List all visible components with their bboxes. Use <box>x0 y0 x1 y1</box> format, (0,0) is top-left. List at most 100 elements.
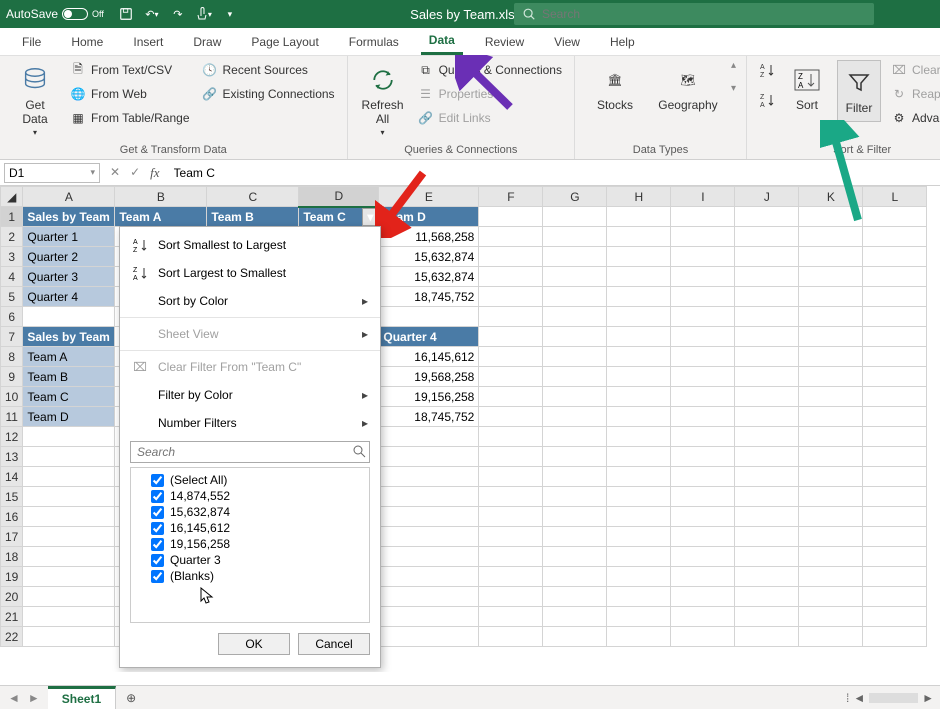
row-15[interactable]: 15 <box>1 487 23 507</box>
row-9[interactable]: 9 <box>1 367 23 387</box>
filter-search[interactable] <box>130 441 370 463</box>
save-icon[interactable] <box>118 6 134 22</box>
sort-az-button[interactable]: AZ <box>757 60 777 80</box>
enter-formula-icon[interactable]: ✓ <box>130 165 140 181</box>
tab-insert[interactable]: Insert <box>125 30 171 54</box>
from-table-button[interactable]: ▦From Table/Range <box>68 108 192 128</box>
filter-item-2[interactable]: 15,632,874 <box>137 504 363 520</box>
name-box[interactable]: D1▾ <box>4 163 100 183</box>
number-filters-item[interactable]: Number Filters▸ <box>120 409 380 437</box>
col-I[interactable]: I <box>671 187 735 207</box>
filter-dropdown-icon[interactable]: ▾ <box>362 208 378 227</box>
geography-button[interactable]: 🗺 Geography <box>653 60 723 116</box>
select-all-corner[interactable]: ◢ <box>1 187 23 207</box>
col-H[interactable]: H <box>607 187 671 207</box>
row-18[interactable]: 18 <box>1 547 23 567</box>
filter-item-3[interactable]: 16,145,612 <box>137 520 363 536</box>
existing-connections-button[interactable]: 🔗Existing Connections <box>200 84 337 104</box>
tab-home[interactable]: Home <box>63 30 111 54</box>
touch-mode-icon[interactable]: ▾ <box>196 6 212 22</box>
ok-button[interactable]: OK <box>218 633 290 655</box>
cell-D1[interactable]: Team C▾ <box>299 207 379 227</box>
queries-connections-button[interactable]: ⧉Queries & Connections <box>416 60 564 80</box>
filter-by-color-item[interactable]: Filter by Color▸ <box>120 381 380 409</box>
datatype-next-icon[interactable]: ▾ <box>731 83 736 94</box>
tab-page-layout[interactable]: Page Layout <box>243 30 326 54</box>
get-data-button[interactable]: Get Data▾ <box>10 60 60 141</box>
row-6[interactable]: 6 <box>1 307 23 327</box>
filter-item-select-all[interactable]: (Select All) <box>137 472 363 488</box>
filter-checkbox-list[interactable]: (Select All) 14,874,552 15,632,874 16,14… <box>130 467 370 623</box>
cell-E2[interactable]: 11,568,258 <box>379 227 479 247</box>
cell-E5[interactable]: 18,745,752 <box>379 287 479 307</box>
sort-ascending-item[interactable]: AZSort Smallest to Largest <box>120 231 380 259</box>
redo-icon[interactable]: ↷ <box>170 6 186 22</box>
row-19[interactable]: 19 <box>1 567 23 587</box>
undo-icon[interactable]: ↶ ▾ <box>144 6 160 22</box>
filter-button[interactable]: Filter <box>837 60 881 122</box>
row-13[interactable]: 13 <box>1 447 23 467</box>
sheet-nav-next-icon[interactable]: ► <box>28 691 40 705</box>
cell-A10[interactable]: Team C <box>23 387 115 407</box>
cell-A3[interactable]: Quarter 2 <box>23 247 115 267</box>
tab-formulas[interactable]: Formulas <box>341 30 407 54</box>
row-11[interactable]: 11 <box>1 407 23 427</box>
cell-B1[interactable]: Team A <box>115 207 207 227</box>
row-22[interactable]: 22 <box>1 627 23 647</box>
col-L[interactable]: L <box>863 187 927 207</box>
col-F[interactable]: F <box>479 187 543 207</box>
row-16[interactable]: 16 <box>1 507 23 527</box>
col-J[interactable]: J <box>735 187 799 207</box>
row-2[interactable]: 2 <box>1 227 23 247</box>
tab-review[interactable]: Review <box>477 30 532 54</box>
col-C[interactable]: C <box>207 187 299 207</box>
filter-item-4[interactable]: 19,156,258 <box>137 536 363 552</box>
tab-draw[interactable]: Draw <box>185 30 229 54</box>
from-web-button[interactable]: 🌐From Web <box>68 84 192 104</box>
sort-za-button[interactable]: ZA <box>757 90 777 110</box>
col-D[interactable]: D <box>299 187 379 207</box>
cell-A2[interactable]: Quarter 1 <box>23 227 115 247</box>
cell-E9[interactable]: 19,568,258 <box>379 367 479 387</box>
col-B[interactable]: B <box>115 187 207 207</box>
row-5[interactable]: 5 <box>1 287 23 307</box>
qat-more-icon[interactable]: ▾ <box>222 6 238 22</box>
cell-E4[interactable]: 15,632,874 <box>379 267 479 287</box>
filter-item-5[interactable]: Quarter 3 <box>137 552 363 568</box>
cell-E1[interactable]: Team D <box>379 207 479 227</box>
toggle-off-icon[interactable] <box>62 8 88 20</box>
fx-icon[interactable]: fx <box>150 165 159 181</box>
cancel-formula-icon[interactable]: ✕ <box>110 165 120 181</box>
cell-E8[interactable]: 16,145,612 <box>379 347 479 367</box>
formula-input[interactable] <box>170 163 936 183</box>
cell-E7[interactable]: Quarter 4 <box>379 327 479 347</box>
sheet-nav-prev-icon[interactable]: ◄ <box>8 691 20 705</box>
row-8[interactable]: 8 <box>1 347 23 367</box>
search-box[interactable] <box>514 3 874 25</box>
row-21[interactable]: 21 <box>1 607 23 627</box>
row-3[interactable]: 3 <box>1 247 23 267</box>
tab-data[interactable]: Data <box>421 28 463 55</box>
tab-view[interactable]: View <box>546 30 588 54</box>
filter-item-blanks[interactable]: (Blanks) <box>137 568 363 584</box>
add-sheet-button[interactable]: ⊕ <box>116 686 146 709</box>
sort-by-color-item[interactable]: Sort by Color▸ <box>120 287 380 315</box>
cell-E10[interactable]: 19,156,258 <box>379 387 479 407</box>
sort-button[interactable]: ZA Sort <box>785 60 829 116</box>
recent-sources-button[interactable]: 🕓Recent Sources <box>200 60 337 80</box>
cell-A1[interactable]: Sales by Team <box>23 207 115 227</box>
col-K[interactable]: K <box>799 187 863 207</box>
col-G[interactable]: G <box>543 187 607 207</box>
cell-E3[interactable]: 15,632,874 <box>379 247 479 267</box>
row-4[interactable]: 4 <box>1 267 23 287</box>
cell-A5[interactable]: Quarter 4 <box>23 287 115 307</box>
col-A[interactable]: A <box>23 187 115 207</box>
spreadsheet-grid[interactable]: ◢ A B C D E F G H I J K L 1 Sales by Tea… <box>0 186 940 672</box>
autosave-toggle[interactable]: AutoSave Off <box>6 7 104 21</box>
stocks-button[interactable]: 🏛 Stocks <box>585 60 645 116</box>
cell-A9[interactable]: Team B <box>23 367 115 387</box>
cell-E11[interactable]: 18,745,752 <box>379 407 479 427</box>
row-12[interactable]: 12 <box>1 427 23 447</box>
col-E[interactable]: E <box>379 187 479 207</box>
horizontal-scrollbar[interactable]: ⁞◄► <box>840 686 940 709</box>
